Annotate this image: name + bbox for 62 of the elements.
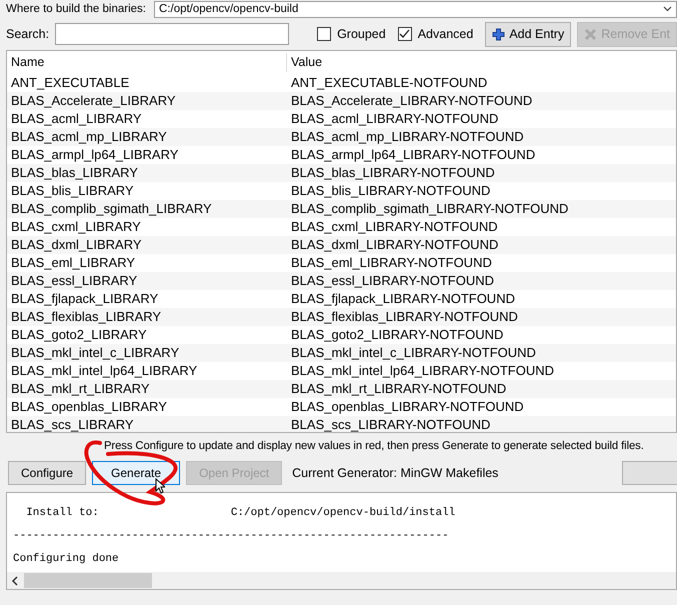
table-cell-text: BLAS_dxml_LIBRARY bbox=[10, 236, 143, 254]
column-header[interactable]: Value bbox=[287, 53, 676, 72]
table-cell-text: BLAS_blas_LIBRARY bbox=[10, 164, 139, 182]
table-cell-text: BLAS_flexiblas_LIBRARY-NOTFOUND bbox=[290, 308, 519, 326]
table-cell-text: BLAS_complib_sgimath_LIBRARY-NOTFOUND bbox=[290, 200, 570, 218]
checkbox[interactable] bbox=[398, 27, 412, 41]
plus-icon bbox=[492, 28, 506, 40]
table-cell-text: BLAS_essl_LIBRARY-NOTFOUND bbox=[290, 272, 496, 290]
build-dir-value: C:/opt/opencv/opencv-build bbox=[159, 2, 298, 16]
output-line: ------------------------------------------------------------------ bbox=[13, 530, 449, 543]
table-cell-text: BLAS_eml_LIBRARY bbox=[10, 254, 136, 272]
table-cell-text: BLAS_fjlapack_LIBRARY bbox=[10, 290, 160, 308]
table-cell-text: BLAS_acml_LIBRARY-NOTFOUND bbox=[290, 110, 500, 128]
table-cell-text: BLAS_armpl_lp64_LIBRARY bbox=[10, 146, 180, 164]
add-entry-button[interactable]: Add Entry bbox=[485, 22, 572, 46]
table-cell-text: BLAS_scs_LIBRARY bbox=[10, 416, 135, 432]
checkbox[interactable] bbox=[317, 27, 332, 41]
table-cell-text: BLAS_openblas_LIBRARY-NOTFOUND bbox=[290, 398, 525, 416]
checkbox-label: Grouped bbox=[337, 26, 386, 43]
search-label: Search: bbox=[6, 26, 50, 43]
table-cell-text: BLAS_Accelerate_LIBRARY-NOTFOUND bbox=[290, 92, 534, 110]
table-cell-text: BLAS_complib_sgimath_LIBRARY bbox=[10, 200, 213, 218]
table-cell-text: BLAS_flexiblas_LIBRARY bbox=[10, 308, 162, 326]
table-cell-text: ANT_EXECUTABLE-NOTFOUND bbox=[290, 74, 488, 92]
table-cell-text: BLAS_mkl_intel_lp64_LIBRARY-NOTFOUND bbox=[290, 362, 555, 380]
table-cell-text: ANT_EXECUTABLE bbox=[10, 74, 130, 92]
table-cell-text: BLAS_eml_LIBRARY-NOTFOUND bbox=[290, 254, 493, 272]
table-cell-text: BLAS_cxml_LIBRARY-NOTFOUND bbox=[290, 218, 499, 236]
table-cell-text: BLAS_mkl_rt_LIBRARY-NOTFOUND bbox=[290, 380, 508, 398]
table-cell-text: BLAS_mkl_intel_lp64_LIBRARY bbox=[10, 362, 198, 380]
output-line: Install to: C:/opt/opencv/opencv-build/install bbox=[25, 507, 456, 520]
table-cell-text: BLAS_acml_mp_LIBRARY-NOTFOUND bbox=[290, 128, 525, 146]
scroll-left-icon[interactable] bbox=[10, 576, 20, 586]
table-cell-text: BLAS_goto2_LIBRARY bbox=[10, 326, 148, 344]
build-dir-label: Where to build the binaries: bbox=[6, 2, 146, 16]
table-cell-text: BLAS_essl_LIBRARY bbox=[10, 272, 138, 290]
table-cell-text: BLAS_blis_LIBRARY bbox=[10, 182, 135, 200]
column-header[interactable]: Name bbox=[7, 53, 287, 72]
table-cell-text: BLAS_dxml_LIBRARY-NOTFOUND bbox=[290, 236, 500, 254]
hint-text: Press Configure to update and display new values in red, then press Generate to generate selected build files. bbox=[103, 439, 645, 454]
table-cell-text: BLAS_fjlapack_LIBRARY-NOTFOUND bbox=[290, 290, 516, 308]
table-cell-text: BLAS_scs_LIBRARY-NOTFOUND bbox=[290, 416, 492, 432]
table-cell-text: BLAS_acml_mp_LIBRARY bbox=[10, 128, 168, 146]
table-cell-text: BLAS_Accelerate_LIBRARY bbox=[10, 92, 177, 110]
horizontal-scrollbar[interactable] bbox=[7, 572, 676, 589]
table-cell-text: BLAS_mkl_rt_LIBRARY bbox=[10, 380, 150, 398]
search-field[interactable] bbox=[55, 23, 290, 45]
table-cell-text: BLAS_goto2_LIBRARY-NOTFOUND bbox=[290, 326, 504, 344]
table-cell-text: BLAS_blas_LIBRARY-NOTFOUND bbox=[290, 164, 496, 182]
action-button[interactable]: Configure bbox=[8, 461, 86, 485]
checkbox-label: Advanced bbox=[418, 26, 474, 43]
build-dir-combo[interactable]: C:/opt/opencv/opencv-build bbox=[154, 0, 677, 18]
table-cell-text: BLAS_armpl_lp64_LIBRARY-NOTFOUND bbox=[290, 146, 536, 164]
table-cell-text: BLAS_mkl_intel_c_LIBRARY-NOTFOUND bbox=[290, 344, 537, 362]
table-cell-text: BLAS_cxml_LIBRARY bbox=[10, 218, 142, 236]
cross-icon bbox=[584, 28, 598, 40]
table-cell-text: BLAS_blis_LIBRARY-NOTFOUND bbox=[290, 182, 492, 200]
generator-label: Current Generator: MinGW Makefiles bbox=[292, 464, 498, 482]
output-line: Configuring done bbox=[13, 553, 119, 566]
table-cell-text: BLAS_mkl_intel_c_LIBRARY bbox=[10, 344, 180, 362]
table-cell-text: BLAS_acml_LIBRARY bbox=[10, 110, 143, 128]
table-cell-text: BLAS_openblas_LIBRARY bbox=[10, 398, 168, 416]
